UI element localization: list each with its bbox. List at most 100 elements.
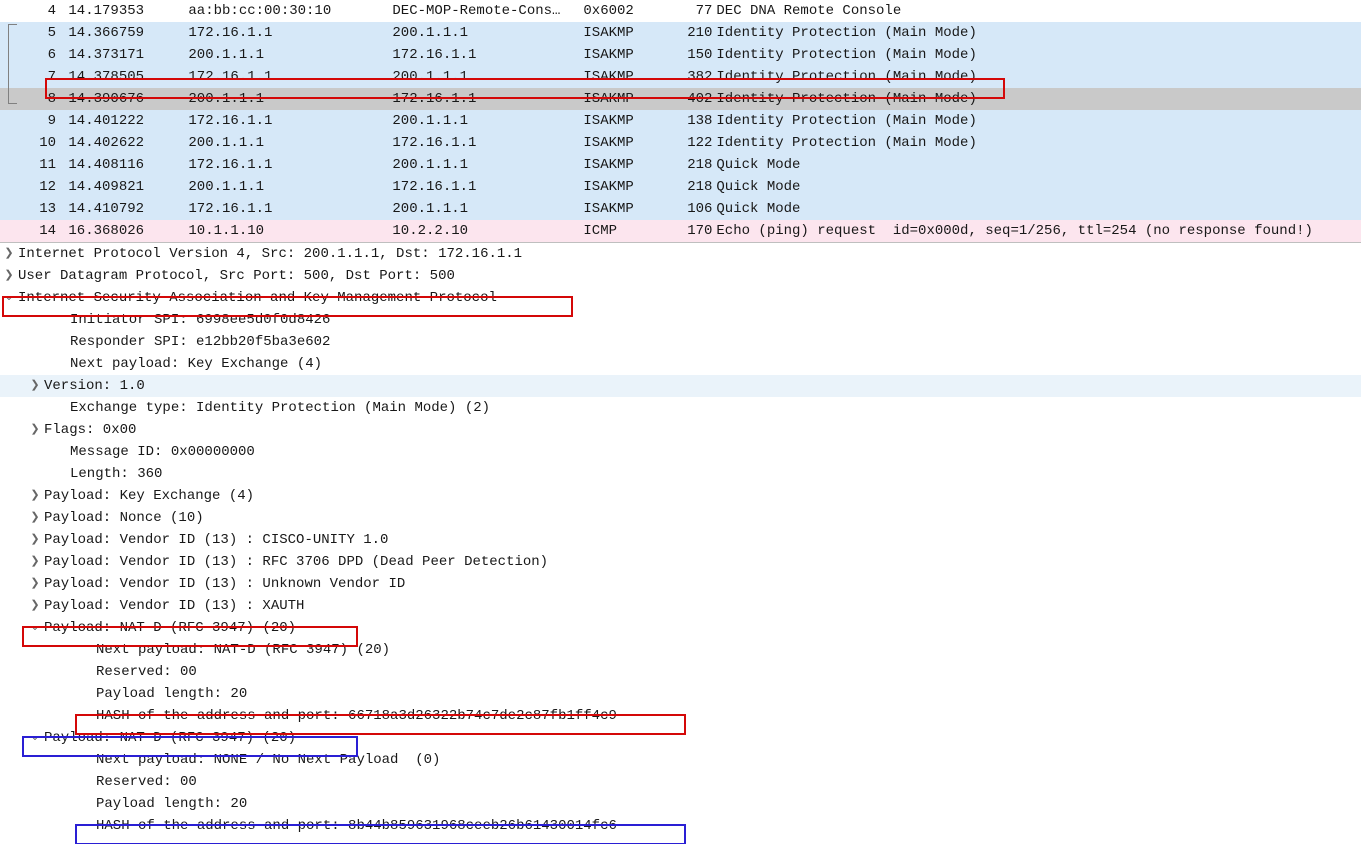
tree-label: Payload: Vendor ID (13) : Unknown Vendor… (44, 573, 405, 595)
expand-icon[interactable]: ❯ (26, 551, 44, 573)
tree-row[interactable]: HASH of the address and port: 66718a3d26… (0, 705, 1361, 727)
expand-icon[interactable]: ❯ (26, 419, 44, 441)
packet-row[interactable]: 9 14.401222172.16.1.1200.1.1.1ISAKMP138I… (0, 110, 1361, 132)
tree-label: User Datagram Protocol, Src Port: 500, D… (18, 265, 455, 287)
tree-row[interactable]: Payload length: 20 (0, 793, 1361, 815)
packet-row[interactable]: 7 14.378505172.16.1.1200.1.1.1ISAKMP382I… (0, 66, 1361, 88)
tree-row[interactable]: ⌄Payload: NAT-D (RFC 3947) (20) (0, 727, 1361, 749)
col-info: Quick Mode (712, 198, 800, 220)
col-protocol: ISAKMP (583, 22, 672, 44)
packet-row[interactable]: 13 14.410792172.16.1.1200.1.1.1ISAKMP106… (0, 198, 1361, 220)
col-length: 218 (672, 154, 712, 176)
col-length: 77 (672, 0, 712, 22)
tree-row[interactable]: ❯Version: 1.0 (0, 375, 1361, 397)
tree-row[interactable]: Reserved: 00 (0, 661, 1361, 683)
tree-label: Payload length: 20 (96, 683, 247, 705)
packet-row[interactable]: 8 14.390676200.1.1.1172.16.1.1ISAKMP402I… (0, 88, 1361, 110)
col-info: DEC DNA Remote Console (712, 0, 901, 22)
packet-row[interactable]: 6 14.373171200.1.1.1172.16.1.1ISAKMP150I… (0, 44, 1361, 66)
expand-icon[interactable]: ❯ (26, 573, 44, 595)
col-protocol: 0x6002 (583, 0, 672, 22)
tree-label: Payload: Vendor ID (13) : RFC 3706 DPD (… (44, 551, 548, 573)
expand-icon[interactable]: ❯ (26, 529, 44, 551)
col-length: 170 (672, 220, 712, 242)
tree-row[interactable]: ❯User Datagram Protocol, Src Port: 500, … (0, 265, 1361, 287)
tree-row[interactable]: HASH of the address and port: 8b44b85963… (0, 815, 1361, 837)
col-dest: DEC-MOP-Remote-Cons… (392, 0, 583, 22)
tree-row[interactable]: Payload length: 20 (0, 683, 1361, 705)
expand-icon[interactable]: ❯ (0, 265, 18, 287)
tree-row[interactable]: ⌄Payload: NAT-D (RFC 3947) (20) (0, 617, 1361, 639)
expand-icon[interactable]: ❯ (0, 243, 18, 265)
tree-row[interactable]: ❯Internet Protocol Version 4, Src: 200.1… (0, 243, 1361, 265)
col-time: 14.390676 (68, 88, 188, 110)
tree-label: Payload: Key Exchange (4) (44, 485, 254, 507)
tree-row[interactable]: Exchange type: Identity Protection (Main… (0, 397, 1361, 419)
tree-label: Internet Security Association and Key Ma… (18, 287, 497, 309)
collapse-icon[interactable]: ⌄ (26, 727, 44, 749)
expand-icon[interactable]: ❯ (26, 485, 44, 507)
col-no: 12 (0, 176, 60, 198)
packet-row[interactable]: 4 14.179353aa:bb:cc:00:30:10DEC-MOP-Remo… (0, 0, 1361, 22)
tree-row[interactable]: Next payload: NONE / No Next Payload (0) (0, 749, 1361, 771)
packet-row[interactable]: 5 14.366759172.16.1.1200.1.1.1ISAKMP210I… (0, 22, 1361, 44)
packet-row[interactable]: 12 14.409821200.1.1.1172.16.1.1ISAKMP218… (0, 176, 1361, 198)
tree-label: Payload: NAT-D (RFC 3947) (20) (44, 727, 296, 749)
packet-row[interactable]: 14 16.36802610.1.1.1010.2.2.10ICMP170Ech… (0, 220, 1361, 242)
tree-row[interactable]: ❯Payload: Vendor ID (13) : Unknown Vendo… (0, 573, 1361, 595)
col-info: Identity Protection (Main Mode) (712, 88, 976, 110)
col-info: Identity Protection (Main Mode) (712, 66, 976, 88)
col-protocol: ISAKMP (583, 110, 672, 132)
tree-label: Reserved: 00 (96, 771, 197, 793)
tree-label: Reserved: 00 (96, 661, 197, 683)
tree-row[interactable]: ❯Flags: 0x00 (0, 419, 1361, 441)
col-time: 14.179353 (68, 0, 188, 22)
tree-label: Length: 360 (70, 463, 162, 485)
tree-row[interactable]: ❯Payload: Vendor ID (13) : CISCO-UNITY 1… (0, 529, 1361, 551)
tree-row[interactable]: Message ID: 0x00000000 (0, 441, 1361, 463)
col-source: 200.1.1.1 (188, 132, 392, 154)
col-dest: 200.1.1.1 (392, 110, 583, 132)
col-protocol: ISAKMP (583, 154, 672, 176)
tree-row[interactable]: Reserved: 00 (0, 771, 1361, 793)
col-dest: 200.1.1.1 (392, 198, 583, 220)
tree-label: Payload: NAT-D (RFC 3947) (20) (44, 617, 296, 639)
tree-label: Next payload: NONE / No Next Payload (0) (96, 749, 440, 771)
col-protocol: ISAKMP (583, 176, 672, 198)
expand-icon[interactable]: ❯ (26, 375, 44, 397)
packet-details-pane[interactable]: ❯Internet Protocol Version 4, Src: 200.1… (0, 242, 1361, 843)
col-length: 402 (672, 88, 712, 110)
col-length: 210 (672, 22, 712, 44)
col-time: 14.401222 (68, 110, 188, 132)
tree-row[interactable]: ❯Payload: Key Exchange (4) (0, 485, 1361, 507)
tree-row[interactable]: Length: 360 (0, 463, 1361, 485)
col-time: 14.402622 (68, 132, 188, 154)
col-protocol: ISAKMP (583, 132, 672, 154)
col-dest: 172.16.1.1 (392, 88, 583, 110)
tree-row[interactable]: ❯Payload: Vendor ID (13) : RFC 3706 DPD … (0, 551, 1361, 573)
tree-label: Responder SPI: e12bb20f5ba3e602 (70, 331, 330, 353)
tree-label: HASH of the address and port: 66718a3d26… (96, 705, 617, 727)
col-time: 16.368026 (68, 220, 188, 242)
tree-row[interactable]: Next payload: NAT-D (RFC 3947) (20) (0, 639, 1361, 661)
packet-list-pane[interactable]: 4 14.179353aa:bb:cc:00:30:10DEC-MOP-Remo… (0, 0, 1361, 242)
expand-icon[interactable]: ❯ (26, 507, 44, 529)
col-time: 14.373171 (68, 44, 188, 66)
col-source: 10.1.1.10 (188, 220, 392, 242)
tree-row[interactable]: ❯Payload: Vendor ID (13) : XAUTH (0, 595, 1361, 617)
tree-row[interactable]: ❯Payload: Nonce (10) (0, 507, 1361, 529)
tree-row[interactable]: Initiator SPI: 6998ee5d0f0d8426 (0, 309, 1361, 331)
col-no: 14 (0, 220, 60, 242)
tree-row[interactable]: Next payload: Key Exchange (4) (0, 353, 1361, 375)
collapse-icon[interactable]: ⌄ (0, 287, 18, 309)
collapse-icon[interactable]: ⌄ (26, 617, 44, 639)
col-no: 10 (0, 132, 60, 154)
expand-icon[interactable]: ❯ (26, 595, 44, 617)
col-source: 172.16.1.1 (188, 154, 392, 176)
tree-label: Initiator SPI: 6998ee5d0f0d8426 (70, 309, 330, 331)
tree-row[interactable]: ⌄Internet Security Association and Key M… (0, 287, 1361, 309)
col-info: Echo (ping) request id=0x000d, seq=1/256… (712, 220, 1313, 242)
packet-row[interactable]: 11 14.408116172.16.1.1200.1.1.1ISAKMP218… (0, 154, 1361, 176)
packet-row[interactable]: 10 14.402622200.1.1.1172.16.1.1ISAKMP122… (0, 132, 1361, 154)
tree-row[interactable]: Responder SPI: e12bb20f5ba3e602 (0, 331, 1361, 353)
